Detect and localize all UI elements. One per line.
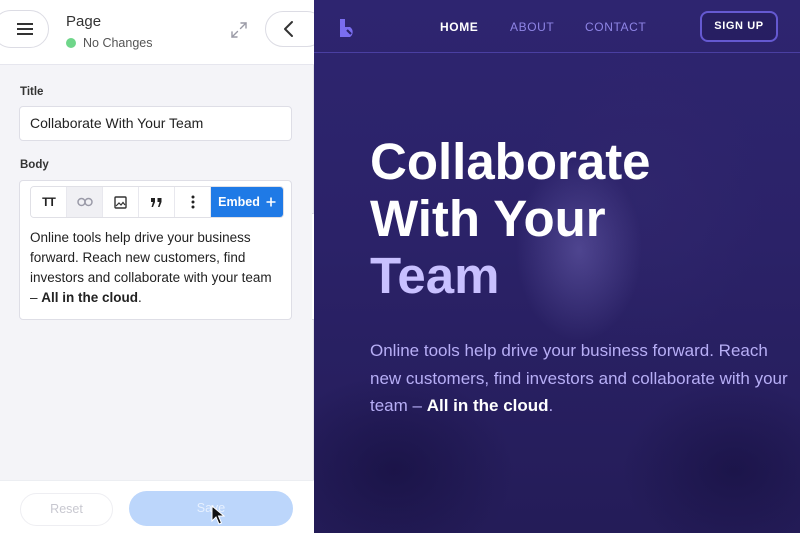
body-editor[interactable]: TT Embed Online tools help drive your bu… — [19, 180, 292, 320]
sign-up-button[interactable]: SIGN UP — [700, 11, 778, 42]
page-title: Page — [66, 13, 102, 30]
embed-label: Embed — [218, 195, 260, 209]
status-dot-icon — [66, 38, 76, 48]
site-preview: HOME ABOUT CONTACT SIGN UP Collaborate W… — [314, 0, 800, 533]
plus-icon — [266, 197, 276, 207]
hero-title-line: With Your — [370, 190, 606, 247]
more-vertical-icon — [191, 195, 194, 209]
nav-link-contact[interactable]: CONTACT — [585, 20, 646, 34]
hero-text-bold: All in the cloud — [426, 396, 549, 415]
site-nav: HOME ABOUT CONTACT SIGN UP — [314, 0, 800, 53]
body-text-bold: All in the cloud — [41, 290, 139, 305]
quote-button[interactable] — [139, 187, 175, 217]
text-size-icon: TT — [42, 195, 56, 209]
editor-footer: Reset Save — [0, 480, 314, 533]
more-options-button[interactable] — [175, 187, 211, 217]
link-icon — [76, 197, 93, 207]
hamburger-icon — [16, 23, 33, 35]
editor-panel: Page No Changes Title Collaborate With Y… — [0, 0, 325, 533]
hero-text: Online tools help drive your business fo… — [370, 337, 790, 420]
reset-button[interactable]: Reset — [20, 493, 113, 526]
body-text-end: . — [138, 290, 142, 305]
status-text: No Changes — [83, 36, 153, 50]
quote-icon — [151, 197, 162, 207]
nav-link-home[interactable]: HOME — [440, 20, 478, 34]
title-label: Title — [20, 86, 44, 98]
text-size-button[interactable]: TT — [31, 187, 67, 217]
body-text[interactable]: Online tools help drive your business fo… — [30, 228, 280, 308]
menu-button[interactable] — [0, 10, 49, 48]
body-label: Body — [20, 159, 49, 171]
chevron-left-icon — [284, 21, 293, 37]
hero-title: Collaborate With Your Team — [370, 133, 790, 304]
nav-link-about[interactable]: ABOUT — [510, 20, 554, 34]
image-icon — [114, 195, 127, 209]
body-toolbar: TT Embed — [30, 186, 284, 218]
mouse-cursor-icon — [211, 505, 225, 525]
hero-text-end: . — [548, 396, 554, 415]
hero-title-line: Collaborate — [370, 133, 651, 190]
save-status: No Changes — [66, 36, 153, 50]
hero-title-line: Team — [370, 247, 500, 304]
image-button[interactable] — [103, 187, 139, 217]
link-button[interactable] — [67, 187, 103, 217]
brand-logo-icon[interactable] — [338, 17, 358, 37]
embed-button[interactable]: Embed — [211, 187, 283, 217]
expand-icon[interactable] — [230, 21, 248, 39]
title-input[interactable]: Collaborate With Your Team — [19, 106, 292, 141]
editor-header: Page No Changes — [0, 0, 325, 65]
